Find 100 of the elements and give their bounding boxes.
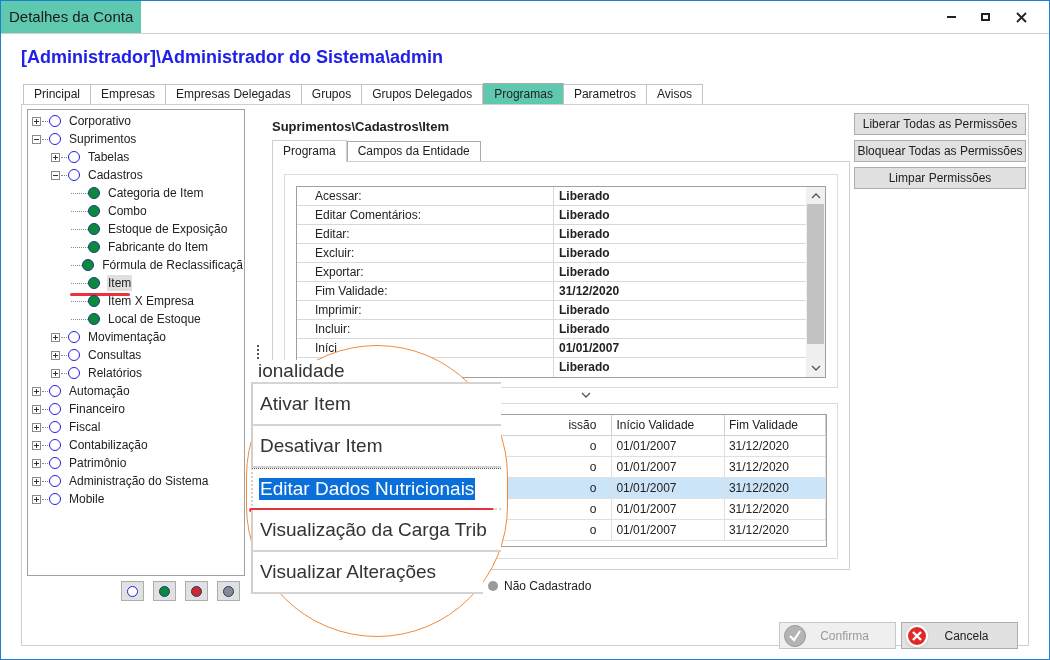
permission-button[interactable]: Limpar Permissões bbox=[854, 167, 1026, 189]
table-cell: 01/01/2007 bbox=[616, 459, 677, 474]
expand-icon[interactable] bbox=[32, 116, 41, 126]
account-heading: [Administrador]\Administrador do Sistema\admin bbox=[21, 46, 445, 69]
tree-item[interactable]: Administração do Sistema bbox=[68, 473, 210, 489]
expand-icon[interactable] bbox=[32, 422, 41, 432]
permission-value: Liberado bbox=[558, 188, 611, 205]
menu-item[interactable]: Editar Dados Nutricionais bbox=[259, 477, 476, 500]
checkmark-icon bbox=[784, 624, 806, 647]
scroll-up-icon[interactable] bbox=[810, 192, 821, 199]
expand-icon[interactable] bbox=[32, 458, 41, 468]
table-cell: o bbox=[589, 480, 597, 495]
tab[interactable]: Parametros bbox=[562, 84, 647, 104]
tab[interactable]: Grupos bbox=[300, 84, 363, 104]
permission-value: Liberado bbox=[558, 245, 611, 262]
chevron-down-icon[interactable] bbox=[581, 392, 591, 399]
filter-button[interactable] bbox=[185, 581, 208, 601]
tree-item[interactable]: Movimentação bbox=[87, 329, 168, 345]
permission-value: Liberado bbox=[558, 321, 611, 338]
permission-label: Incluir: bbox=[297, 320, 554, 338]
tree-item[interactable]: Relatórios bbox=[87, 365, 144, 381]
collapse-icon[interactable] bbox=[32, 134, 41, 144]
permission-label: Acessar: bbox=[297, 187, 554, 205]
permission-value: 01/01/2007 bbox=[558, 340, 621, 357]
permission-label: Fim Validade: bbox=[297, 282, 554, 300]
table-cell: 01/01/2007 bbox=[616, 522, 677, 537]
table-cell: o bbox=[589, 438, 597, 453]
tree-item[interactable]: Combo bbox=[107, 203, 148, 219]
permission-value: Liberado bbox=[558, 226, 611, 243]
tree-item[interactable]: Suprimentos bbox=[68, 131, 138, 147]
expand-icon[interactable] bbox=[51, 332, 60, 342]
tree-item[interactable]: Fabricante do Item bbox=[107, 239, 210, 255]
tree-item[interactable]: Mobile bbox=[68, 491, 106, 507]
scrollbar-thumb[interactable] bbox=[807, 204, 824, 344]
expand-icon[interactable] bbox=[51, 152, 60, 162]
permission-value: Liberado bbox=[558, 207, 611, 224]
tree-item[interactable]: Automação bbox=[68, 383, 131, 399]
tree-item[interactable]: Cadastros bbox=[87, 167, 144, 183]
menu-item[interactable]: ionalidade bbox=[257, 360, 346, 382]
table-cell: o bbox=[589, 522, 597, 537]
permission-value: 31/12/2020 bbox=[558, 283, 621, 300]
table-cell: 31/12/2020 bbox=[728, 501, 789, 516]
tab[interactable]: Principal bbox=[23, 84, 92, 104]
tab[interactable]: Avisos bbox=[645, 84, 704, 104]
filter-button[interactable] bbox=[217, 581, 240, 601]
expand-icon[interactable] bbox=[32, 494, 41, 504]
tab[interactable]: Programa bbox=[272, 140, 347, 162]
table-cell: 31/12/2020 bbox=[728, 459, 789, 474]
tab[interactable]: Grupos Delegados bbox=[361, 84, 484, 104]
expand-icon[interactable] bbox=[32, 404, 41, 414]
permission-label: Excluir: bbox=[297, 244, 554, 262]
table-cell: o bbox=[589, 501, 597, 516]
permission-label: Editar Comentários: bbox=[297, 206, 554, 224]
tree-item[interactable]: Fiscal bbox=[68, 419, 102, 435]
legend-label: Não Cadastrado bbox=[504, 578, 592, 595]
tree-item[interactable]: Contabilização bbox=[68, 437, 149, 453]
expand-icon[interactable] bbox=[51, 368, 60, 378]
tree-item[interactable]: Item X Empresa bbox=[107, 293, 196, 309]
scrollbar[interactable] bbox=[806, 187, 825, 377]
permission-button[interactable]: Bloquear Todas as Permissões bbox=[854, 140, 1026, 162]
permission-button[interactable]: Liberar Todas as Permissões bbox=[854, 113, 1026, 135]
expand-icon[interactable] bbox=[32, 386, 41, 396]
column-header[interactable]: Fim Validade bbox=[724, 415, 826, 435]
table-cell: 01/01/2007 bbox=[616, 438, 677, 453]
filter-button[interactable] bbox=[153, 581, 176, 601]
tab[interactable]: Empresas Delegadas bbox=[165, 84, 302, 104]
tree-item[interactable]: Financeiro bbox=[68, 401, 127, 417]
tab[interactable]: Programas bbox=[483, 83, 564, 104]
table-cell: 31/12/2020 bbox=[728, 522, 789, 537]
tab[interactable]: Campos da Entidade bbox=[346, 141, 481, 161]
column-header[interactable]: Início Validade bbox=[611, 415, 725, 435]
permission-value: Liberado bbox=[558, 264, 611, 281]
filter-button[interactable] bbox=[121, 581, 144, 601]
tree-item[interactable]: Corporativo bbox=[68, 113, 133, 129]
permission-label: Imprimir: bbox=[297, 301, 554, 319]
table-cell: 01/01/2007 bbox=[616, 501, 677, 516]
cancel-button[interactable]: Cancela bbox=[901, 622, 1018, 649]
permission-label: Editar: bbox=[297, 225, 554, 243]
scroll-down-icon[interactable] bbox=[810, 365, 821, 372]
expand-icon[interactable] bbox=[32, 440, 41, 450]
tree-item[interactable]: Consultas bbox=[87, 347, 143, 363]
cancel-icon bbox=[906, 624, 928, 647]
window-title: Detalhes da Conta bbox=[1, 1, 142, 33]
permission-value: Liberado bbox=[558, 359, 611, 376]
program-path: Suprimentos\Cadastros\Item bbox=[272, 118, 450, 136]
expand-icon[interactable] bbox=[32, 476, 41, 486]
permission-label: Exportar: bbox=[297, 263, 554, 281]
permission-value: Liberado bbox=[558, 302, 611, 319]
tree-item[interactable]: Tabelas bbox=[87, 149, 131, 165]
tree-item[interactable]: Item bbox=[107, 275, 133, 291]
tree-item[interactable]: Estoque de Exposição bbox=[107, 221, 229, 237]
tree-item[interactable]: Categoria de Item bbox=[107, 185, 205, 201]
table-cell: 01/01/2007 bbox=[616, 480, 677, 495]
expand-icon[interactable] bbox=[51, 350, 60, 360]
tree-item[interactable]: Fórmula de Reclassificaçã bbox=[101, 257, 244, 273]
close-icon[interactable] bbox=[1015, 11, 1027, 23]
collapse-icon[interactable] bbox=[51, 170, 60, 180]
tree-item[interactable]: Local de Estoque bbox=[107, 311, 202, 327]
tab[interactable]: Empresas bbox=[90, 84, 167, 104]
tree-item[interactable]: Patrimônio bbox=[68, 455, 128, 471]
